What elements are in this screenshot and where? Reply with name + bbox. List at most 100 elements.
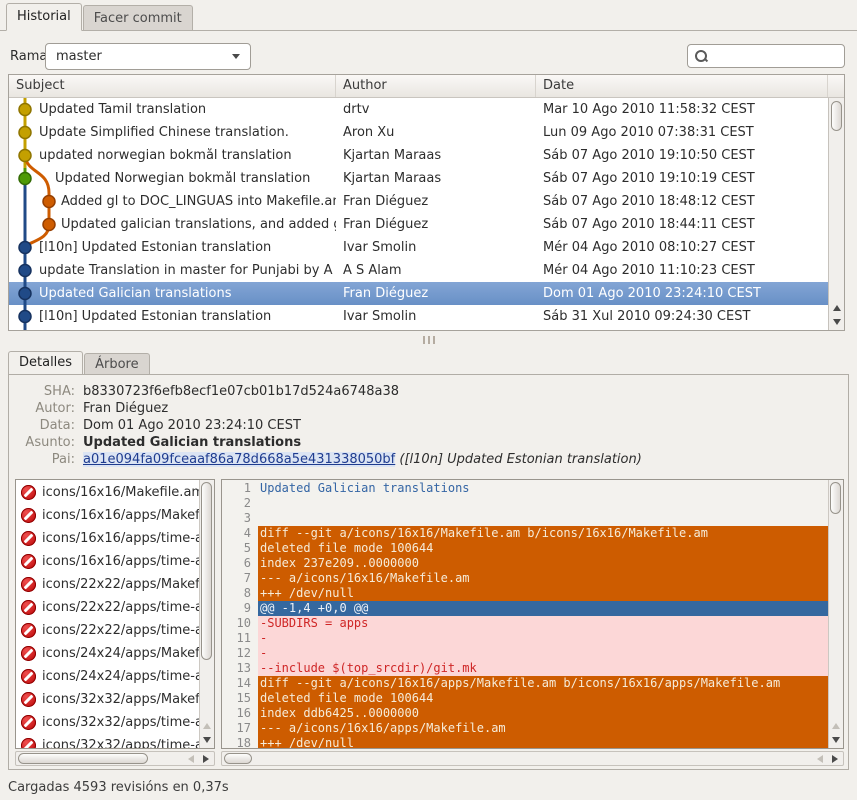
commit-date: Sáb 07 Ago 2010 19:10:50 CEST bbox=[536, 148, 828, 163]
commit-row[interactable]: [l10n] Updated Estonian translation Ivar… bbox=[9, 236, 828, 259]
diff-hscrollbar[interactable] bbox=[221, 751, 844, 766]
commit-row[interactable]: Updated Norwegian bokmål translation Kja… bbox=[9, 167, 828, 190]
file-list-hscrollbar[interactable] bbox=[15, 751, 215, 766]
scroll-down-icon bbox=[833, 319, 841, 325]
scroll-left-icon bbox=[188, 755, 194, 763]
tab-historial[interactable]: Historial bbox=[6, 3, 82, 31]
diff-line: 12- bbox=[222, 646, 828, 661]
commit-author: Kjartan Maraas bbox=[336, 171, 536, 186]
commit-row[interactable]: Updated Tamil translation drtv Mar 10 Ag… bbox=[9, 98, 828, 121]
scroll-up-button[interactable] bbox=[829, 301, 844, 315]
commit-row[interactable]: Added gl to DOC_LINGUAS into Makefile.am… bbox=[9, 190, 828, 213]
commit-author: drtv bbox=[336, 102, 536, 117]
file-item[interactable]: icons/24x24/apps/Makefile.am bbox=[16, 642, 199, 665]
commit-author: Ivar Smolin bbox=[336, 240, 536, 255]
file-item[interactable]: icons/32x32/apps/time-admin bbox=[16, 734, 199, 749]
scrollbar-thumb[interactable] bbox=[224, 753, 252, 764]
commit-date: Sáb 07 Ago 2010 19:10:19 CEST bbox=[536, 171, 828, 186]
column-header-subject[interactable]: Subject bbox=[9, 75, 336, 97]
diff-line: 10-SUBDIRS = apps bbox=[222, 616, 828, 631]
file-item[interactable]: icons/16x16/apps/time-admin bbox=[16, 550, 199, 573]
deleted-file-icon bbox=[21, 715, 36, 730]
deleted-file-icon bbox=[21, 646, 36, 661]
scroll-up-icon bbox=[833, 305, 841, 311]
scroll-down-button[interactable] bbox=[200, 733, 214, 747]
deleted-file-icon bbox=[21, 531, 36, 546]
commit-list-scrollbar[interactable] bbox=[828, 98, 844, 330]
scrollbar-thumb[interactable] bbox=[831, 101, 842, 131]
file-path: icons/16x16/Makefile.am bbox=[42, 485, 199, 500]
commit-date: Lun 09 Ago 2010 07:38:31 CEST bbox=[536, 125, 828, 140]
diff-line: 13--include $(top_srcdir)/git.mk bbox=[222, 661, 828, 676]
commit-subject: [l10n] Updated Estonian translation bbox=[9, 240, 336, 255]
deleted-file-icon bbox=[21, 669, 36, 684]
diff-text: 1Updated Galician translations 2 3 4diff… bbox=[222, 481, 828, 749]
commit-row[interactable]: Update Simplified Chinese translation. A… bbox=[9, 121, 828, 144]
file-path: icons/22x22/apps/Makefile.am bbox=[42, 577, 199, 592]
file-item[interactable]: icons/32x32/apps/time-admin bbox=[16, 711, 199, 734]
scroll-up-button[interactable] bbox=[829, 719, 843, 733]
pane-splitter[interactable] bbox=[0, 331, 857, 348]
file-path: icons/24x24/apps/time-admin bbox=[42, 669, 199, 684]
column-header-date[interactable]: Date bbox=[536, 75, 828, 97]
diff-line: 7--- a/icons/16x16/Makefile.am bbox=[222, 571, 828, 586]
detail-tabbar: Detalles Árbore bbox=[8, 349, 150, 375]
column-header-author[interactable]: Author bbox=[336, 75, 536, 97]
commit-subject: Updated galician translations, and added… bbox=[9, 217, 336, 232]
scroll-left-icon bbox=[817, 755, 823, 763]
commit-subject: Updated Norwegian bokmål translation bbox=[9, 171, 336, 186]
file-path: icons/32x32/apps/Makefile.am bbox=[42, 692, 199, 707]
file-item[interactable]: icons/16x16/Makefile.am bbox=[16, 481, 199, 504]
scroll-down-icon bbox=[203, 737, 211, 743]
file-item[interactable]: icons/24x24/apps/time-admin bbox=[16, 665, 199, 688]
file-item[interactable]: icons/22x22/apps/time-admin bbox=[16, 619, 199, 642]
sha-label: SHA: bbox=[13, 383, 75, 400]
tab-facer-commit[interactable]: Facer commit bbox=[83, 5, 193, 30]
parent-label: Pai: bbox=[13, 451, 75, 468]
diff-scrollbar[interactable] bbox=[828, 480, 843, 748]
commit-subject: Added gl to DOC_LINGUAS into Makefile.am… bbox=[9, 194, 336, 209]
diff-line: 8+++ /dev/null bbox=[222, 586, 828, 601]
file-item[interactable]: icons/32x32/apps/Makefile.am bbox=[16, 688, 199, 711]
file-item[interactable]: icons/22x22/apps/Makefile.am bbox=[16, 573, 199, 596]
changed-files-pane: icons/16x16/Makefile.am icons/16x16/apps… bbox=[15, 479, 215, 749]
file-list-scrollbar[interactable] bbox=[199, 480, 214, 748]
subject-value: Updated Galician translations bbox=[83, 434, 642, 451]
diff-line: 3 bbox=[222, 511, 828, 526]
file-path: icons/22x22/apps/time-admin bbox=[42, 623, 199, 638]
commit-row-selected[interactable]: Updated Galician translations Fran Diégu… bbox=[9, 282, 828, 305]
file-path: icons/32x32/apps/time-admin bbox=[42, 715, 199, 730]
file-item[interactable]: icons/16x16/apps/time-admin bbox=[16, 527, 199, 550]
branch-select[interactable]: master bbox=[45, 43, 251, 70]
scroll-up-button[interactable] bbox=[200, 719, 214, 733]
scrollbar-thumb[interactable] bbox=[830, 482, 841, 514]
scrollbar-thumb[interactable] bbox=[201, 482, 212, 660]
commit-row[interactable]: update Translation in master for Punjabi… bbox=[9, 259, 828, 282]
tab-detalles[interactable]: Detalles bbox=[8, 351, 83, 376]
commit-row[interactable]: updated norwegian bokmål translation Kja… bbox=[9, 144, 828, 167]
search-input[interactable] bbox=[708, 48, 838, 65]
diff-line: 4diff --git a/icons/16x16/Makefile.am b/… bbox=[222, 526, 828, 541]
commit-row[interactable]: [l10n] Updated Estonian translation Ivar… bbox=[9, 305, 828, 328]
scroll-right-button[interactable] bbox=[199, 752, 213, 765]
commit-subject: Updated Galician translations bbox=[9, 286, 336, 301]
deleted-file-icon bbox=[21, 485, 36, 500]
scroll-right-button[interactable] bbox=[828, 752, 842, 765]
diff-line: 6index 237e209..0000000 bbox=[222, 556, 828, 571]
tab-arbore[interactable]: Árbore bbox=[84, 353, 150, 375]
commit-row[interactable]: Updated galician translations, and added… bbox=[9, 213, 828, 236]
deleted-file-icon bbox=[21, 692, 36, 707]
scroll-left-button[interactable] bbox=[184, 752, 198, 765]
file-item[interactable]: icons/22x22/apps/time-admin bbox=[16, 596, 199, 619]
file-item[interactable]: icons/16x16/apps/Makefile.am bbox=[16, 504, 199, 527]
parent-sha-link[interactable]: a01e094fa09fceaaf86a78d668a5e431338050bf bbox=[83, 452, 395, 467]
scroll-down-button[interactable] bbox=[829, 315, 844, 329]
scroll-left-button[interactable] bbox=[813, 752, 827, 765]
commit-author: Fran Diéguez bbox=[336, 194, 536, 209]
date-label: Data: bbox=[13, 417, 75, 434]
file-path: icons/16x16/apps/time-admin bbox=[42, 531, 199, 546]
scroll-down-button[interactable] bbox=[829, 733, 843, 747]
scrollbar-thumb[interactable] bbox=[18, 753, 148, 764]
commit-subject: Update Simplified Chinese translation. bbox=[9, 125, 336, 140]
main-tabbar: Historial Facer commit bbox=[0, 0, 857, 31]
